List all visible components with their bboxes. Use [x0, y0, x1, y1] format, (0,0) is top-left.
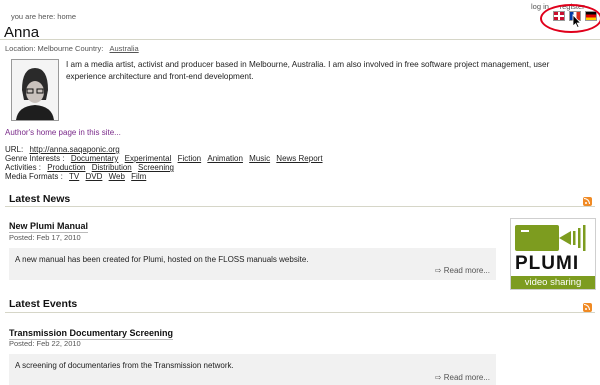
genre-row: Genre Interests : Documentary Experiment…	[5, 154, 323, 163]
event-read-more[interactable]: ⇨ Read more...	[435, 373, 490, 382]
news-item-title[interactable]: New Plumi Manual	[9, 216, 89, 234]
profile-bio: I am a media artist, activist and produc…	[66, 60, 550, 81]
url-label: URL:	[5, 145, 24, 154]
url-link[interactable]: http://anna.saqaponic.org	[29, 145, 119, 154]
event-summary: A screening of documentaries from the Tr…	[15, 361, 234, 370]
url-row: URL: http://anna.saqaponic.org	[5, 145, 120, 154]
genre-link[interactable]: Fiction	[178, 154, 202, 163]
genre-link[interactable]: News Report	[276, 154, 322, 163]
divider	[5, 312, 595, 313]
event-summary-box: A screening of documentaries from the Tr…	[9, 354, 496, 385]
format-link[interactable]: TV	[69, 172, 79, 181]
latest-events-heading: Latest Events	[9, 298, 78, 310]
rss-feed-icon[interactable]	[583, 197, 592, 206]
genre-link[interactable]: Animation	[207, 154, 243, 163]
highlight-circle	[540, 4, 600, 33]
format-link[interactable]: Web	[109, 172, 125, 181]
rss-feed-icon[interactable]	[583, 303, 592, 312]
activity-link[interactable]: Screening	[138, 163, 174, 172]
read-more-label[interactable]: Read more...	[444, 266, 490, 275]
avatar-photo-icon	[12, 60, 58, 120]
plumi-logo-name: PLUMI	[515, 253, 580, 274]
event-posted-date: Posted: Feb 22, 2010	[9, 339, 81, 348]
location: Location: Melbourne Country: Australia	[5, 44, 139, 53]
format-link[interactable]: DVD	[86, 172, 103, 181]
genre-link[interactable]: Experimental	[125, 154, 172, 163]
read-more-arrow-icon: ⇨	[434, 373, 442, 382]
divider	[0, 39, 600, 40]
news-title-text[interactable]: New Plumi Manual	[9, 221, 89, 233]
plumi-logo-tagline: video sharing	[511, 276, 595, 289]
activity-link[interactable]: Production	[47, 163, 85, 172]
genre-link[interactable]: Music	[249, 154, 270, 163]
news-posted-date: Posted: Feb 17, 2010	[9, 233, 81, 242]
latest-news-heading: Latest News	[9, 193, 71, 205]
country-link[interactable]: Australia	[109, 44, 138, 53]
formats-label: Media Formats :	[5, 172, 63, 181]
activity-link[interactable]: Distribution	[92, 163, 132, 172]
news-summary: A new manual has been created for Plumi,…	[15, 255, 309, 264]
activities-label: Activities :	[5, 163, 42, 172]
activities-row: Activities : Production Distribution Scr…	[5, 163, 174, 172]
location-label: Location: Melbourne Country:	[5, 44, 104, 53]
format-link[interactable]: Film	[131, 172, 146, 181]
formats-row: Media Formats : TV DVD Web Film	[5, 172, 146, 181]
mouse-cursor-icon	[572, 14, 582, 28]
read-more-label[interactable]: Read more...	[444, 373, 490, 382]
news-read-more[interactable]: ⇨ Read more...	[435, 266, 490, 275]
genre-link[interactable]: Documentary	[71, 154, 119, 163]
news-summary-box: A new manual has been created for Plumi,…	[9, 248, 496, 280]
plumi-logo[interactable]: PLUMI video sharing	[510, 218, 596, 290]
breadcrumb: you are here: home	[11, 12, 77, 21]
genre-label: Genre Interests :	[5, 154, 65, 163]
author-home-link[interactable]: Author's home page in this site...	[5, 128, 121, 137]
avatar	[11, 59, 59, 121]
read-more-arrow-icon: ⇨	[434, 266, 442, 275]
divider	[5, 206, 595, 207]
